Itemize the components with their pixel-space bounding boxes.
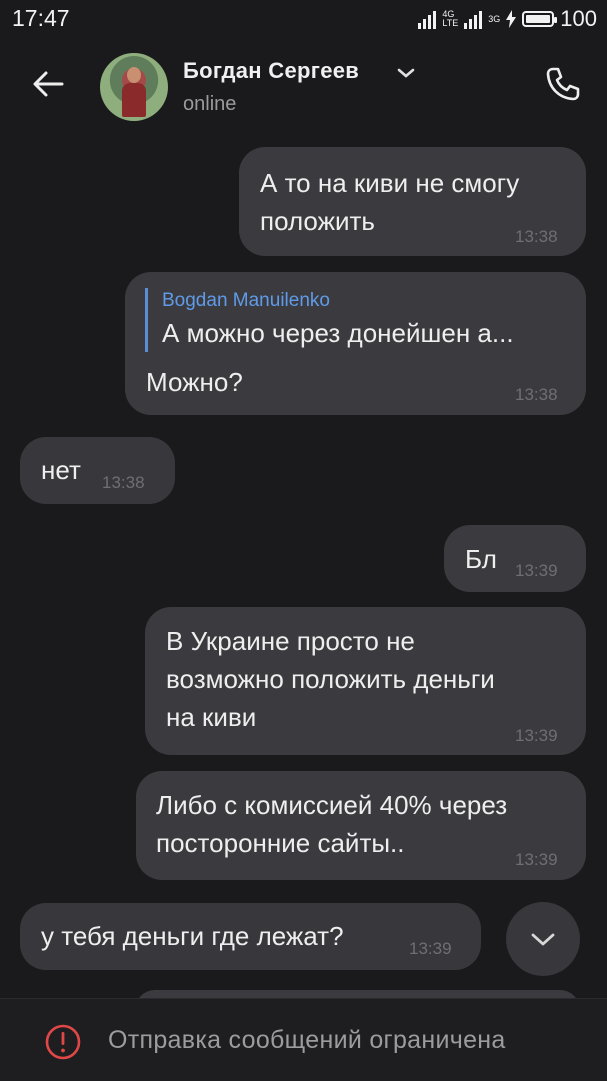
message-text: нет bbox=[41, 455, 81, 485]
reply-quote[interactable]: Bogdan Manuilenko А можно через донейшен… bbox=[145, 288, 514, 352]
network-badge: 3G bbox=[488, 13, 501, 24]
message-text: Либо с комиссией 40% через посторонние с… bbox=[156, 790, 508, 858]
restricted-notice: Отправка сообщений ограничена bbox=[108, 1026, 506, 1054]
scroll-down-button[interactable] bbox=[506, 902, 580, 976]
quote-text: А можно через донейшен а... bbox=[162, 318, 514, 348]
message-text: у тебя деньги где лежат? bbox=[41, 921, 344, 951]
message-time: 13:38 bbox=[515, 227, 558, 246]
messaging-restricted-bar: Отправка сообщений ограничена bbox=[0, 998, 607, 1081]
presence-status: online bbox=[183, 93, 237, 115]
signal-icon bbox=[418, 9, 437, 29]
chevron-down-icon bbox=[531, 933, 555, 946]
chat-header: Богдан Сергеев online bbox=[0, 40, 607, 135]
message-text: Можно? bbox=[146, 367, 243, 397]
message-time: 13:38 bbox=[515, 385, 558, 404]
chevron-down-icon[interactable] bbox=[396, 66, 416, 80]
battery-percent: 100 bbox=[560, 6, 597, 31]
call-button[interactable] bbox=[541, 62, 585, 106]
signal-icon bbox=[464, 9, 483, 29]
back-button[interactable] bbox=[26, 62, 70, 106]
contact-name[interactable]: Богдан Сергеев bbox=[183, 58, 359, 84]
back-arrow-icon bbox=[33, 71, 64, 97]
message-bubble-outgoing[interactable]: Bogdan Manuilenko А можно через донейшен… bbox=[125, 272, 586, 415]
message-bubble-outgoing[interactable]: В Украине просто не возможно положить де… bbox=[145, 607, 586, 755]
status-bar: 17:47 4G LTE 3G 100 bbox=[0, 0, 607, 40]
message-bubble-incoming[interactable]: у тебя деньги где лежат? 13:39 bbox=[20, 903, 481, 970]
message-text: А то на киви не смогу положить bbox=[260, 168, 520, 236]
charging-icon bbox=[506, 10, 517, 28]
battery-icon bbox=[522, 11, 558, 27]
message-time: 13:39 bbox=[515, 561, 558, 580]
status-icons: 4G LTE 3G 100 bbox=[418, 6, 597, 32]
message-text: В Украине просто не возможно положить де… bbox=[166, 626, 495, 732]
message-bubble-outgoing[interactable]: Либо с комиссией 40% через посторонние с… bbox=[136, 771, 586, 880]
message-time: 13:38 bbox=[102, 473, 145, 492]
message-time: 13:39 bbox=[515, 726, 558, 745]
phone-icon bbox=[546, 67, 580, 101]
message-text: Бл bbox=[465, 544, 497, 574]
message-bubble-outgoing[interactable]: Бл 13:39 bbox=[444, 525, 586, 592]
quote-author: Bogdan Manuilenko bbox=[162, 290, 330, 311]
message-time: 13:39 bbox=[515, 850, 558, 869]
status-time: 17:47 bbox=[12, 5, 70, 31]
exclamation-circle-icon bbox=[45, 1024, 81, 1060]
network-badge: 4G LTE bbox=[442, 9, 459, 28]
message-bubble-incoming[interactable]: нет 13:38 bbox=[20, 437, 175, 504]
avatar[interactable] bbox=[100, 53, 168, 121]
battery-level bbox=[526, 15, 551, 23]
message-bubble-outgoing[interactable]: А то на киви не смогу положить 13:38 bbox=[239, 147, 586, 256]
message-time: 13:39 bbox=[409, 939, 452, 958]
